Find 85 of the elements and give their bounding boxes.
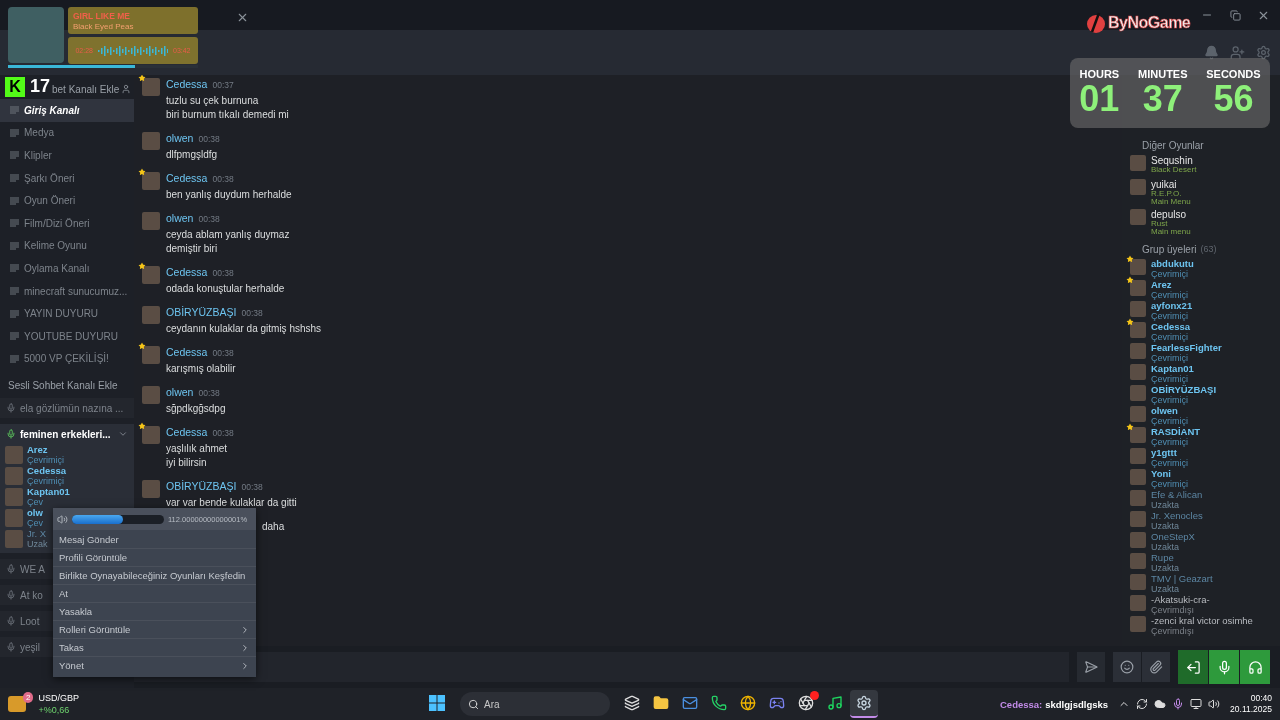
member-status: Çevrimiçi	[1151, 353, 1189, 363]
timer-label: MINUTES	[1138, 68, 1188, 80]
member-status: Çev	[27, 517, 43, 528]
member-status: Çevrimiçi	[1151, 458, 1188, 468]
member-status: Uzakta	[1151, 584, 1180, 594]
menu-item-label: Rolleri Görüntüle	[59, 624, 131, 635]
menu-item-label: Yönet	[59, 660, 84, 671]
member-status: Çevrimiçi	[1151, 395, 1189, 405]
member-status: Uzakta	[1151, 521, 1180, 531]
member-status: Çevrimdışı	[1151, 605, 1195, 615]
menu-item-label: Takas	[59, 642, 84, 653]
voice-channel-name: ela gözlümün nazına ...	[20, 402, 124, 414]
message-time: 00:38	[241, 308, 263, 318]
message-text: ceydanın kulaklar da gitmiş hshshs	[166, 322, 322, 336]
message-time: 00:38	[212, 428, 234, 438]
message-text: daha	[262, 520, 286, 534]
timer-label: HOURS	[1079, 68, 1120, 80]
game-status: Rust	[1151, 220, 1168, 228]
member-status: Çevrimiçi	[1151, 374, 1188, 384]
message-text: yaşlılık ahmet	[166, 442, 229, 456]
message-time: 00:37	[212, 80, 234, 90]
message-text: karışmış olabilir	[166, 362, 236, 376]
message-text: tuzlu su çek burnuna	[166, 94, 260, 108]
game-status: Main Menu	[1151, 198, 1191, 206]
game-status: R.E.P.O.	[1151, 190, 1183, 198]
game-status: Main menu	[1151, 228, 1191, 236]
message-time: 00:38	[212, 348, 234, 358]
message-text: iyi bilirsin	[166, 456, 208, 470]
message-text: odada konuştular herhalde	[166, 282, 285, 296]
timer-value: 56	[1213, 80, 1254, 118]
stock-symbol: USD/GBP	[38, 692, 79, 704]
voice-channel-name: WE A	[20, 563, 45, 575]
voice-channel-name: feminen erkekleri...	[20, 428, 111, 440]
viewer-count: 17	[30, 76, 51, 97]
member-status: Çev	[27, 496, 43, 507]
member-count: (63)	[1200, 244, 1217, 254]
member-status: Çevrimiçi	[1151, 479, 1188, 489]
member-status: Uzakta	[1151, 500, 1180, 510]
member-status: Uzak	[27, 538, 48, 549]
section-title: Grup üyeleri	[1142, 243, 1197, 255]
notification-sender: Cedessa:	[1000, 698, 1043, 710]
message-time: 00:38	[198, 134, 220, 144]
timer-label: SECONDS	[1206, 68, 1261, 80]
member-status: Çevrimiçi	[1151, 311, 1189, 321]
game-status: Black Desert	[1151, 166, 1197, 174]
member-status: Çevrimiçi	[1151, 437, 1189, 447]
member-status: Çevrimiçi	[27, 454, 64, 465]
member-status: Çevrimiçi	[27, 475, 65, 486]
voice-channel-name: At ko	[20, 589, 43, 601]
stream-logo: K	[5, 76, 25, 97]
voice-channel-name: yeşil	[20, 641, 40, 653]
member-status: Çevrimiçi	[1151, 290, 1188, 300]
song-title: GIRL LIKE ME	[73, 10, 130, 21]
timer-value: 01	[1079, 80, 1120, 118]
brand-logo: ByNoGame	[1108, 14, 1191, 32]
message-time: 00:38	[198, 388, 220, 398]
timer-value: 37	[1142, 80, 1183, 118]
member-status: Çevrimiçi	[1151, 332, 1189, 342]
voice-channel-name: Loot	[20, 615, 40, 627]
member-status: Çevrimiçi	[1151, 416, 1188, 426]
message-time: 00:38	[198, 214, 220, 224]
notification-badge: 2	[23, 691, 34, 703]
message-text: sğpdkgğsdpg	[166, 402, 226, 416]
message-time: 00:38	[212, 268, 234, 278]
message-text: biri burnum tıkalı demedi mi	[166, 108, 289, 122]
message-time: 00:38	[241, 482, 263, 492]
message-text: ceyda ablam yanlış duymaz	[166, 228, 290, 242]
message-time: 00:38	[212, 174, 234, 184]
message-text: var var bende kulaklar da gitti	[166, 496, 297, 510]
song-artist: Black Eyed Peas	[73, 21, 134, 31]
menu-item-label: Profili Görüntüle	[59, 552, 128, 563]
message-text: ben yanlış duydum herhalde	[166, 188, 292, 202]
message-text: demiştir biri	[166, 242, 219, 256]
notification-text: skdlgjsdlgsks	[1045, 698, 1109, 710]
message-text: dlfpmgşldfg	[166, 148, 219, 162]
menu-item-label: At	[59, 588, 68, 599]
menu-item-label: Yasakla	[59, 606, 93, 617]
menu-item-label: Mesaj Gönder	[59, 533, 119, 545]
member-status: Uzakta	[1151, 563, 1179, 573]
member-status: Çevrimdışı	[1151, 626, 1195, 636]
stock-change: +%0,66	[38, 704, 71, 716]
member-status: Uzakta	[1151, 542, 1180, 552]
menu-item-label: Birlikte Oynayabileceğiniz Oyunları Keşfedin	[59, 570, 246, 581]
section-title: Diğer Oyunlar	[1142, 139, 1204, 151]
member-status: Çevrimiçi	[1151, 269, 1189, 279]
